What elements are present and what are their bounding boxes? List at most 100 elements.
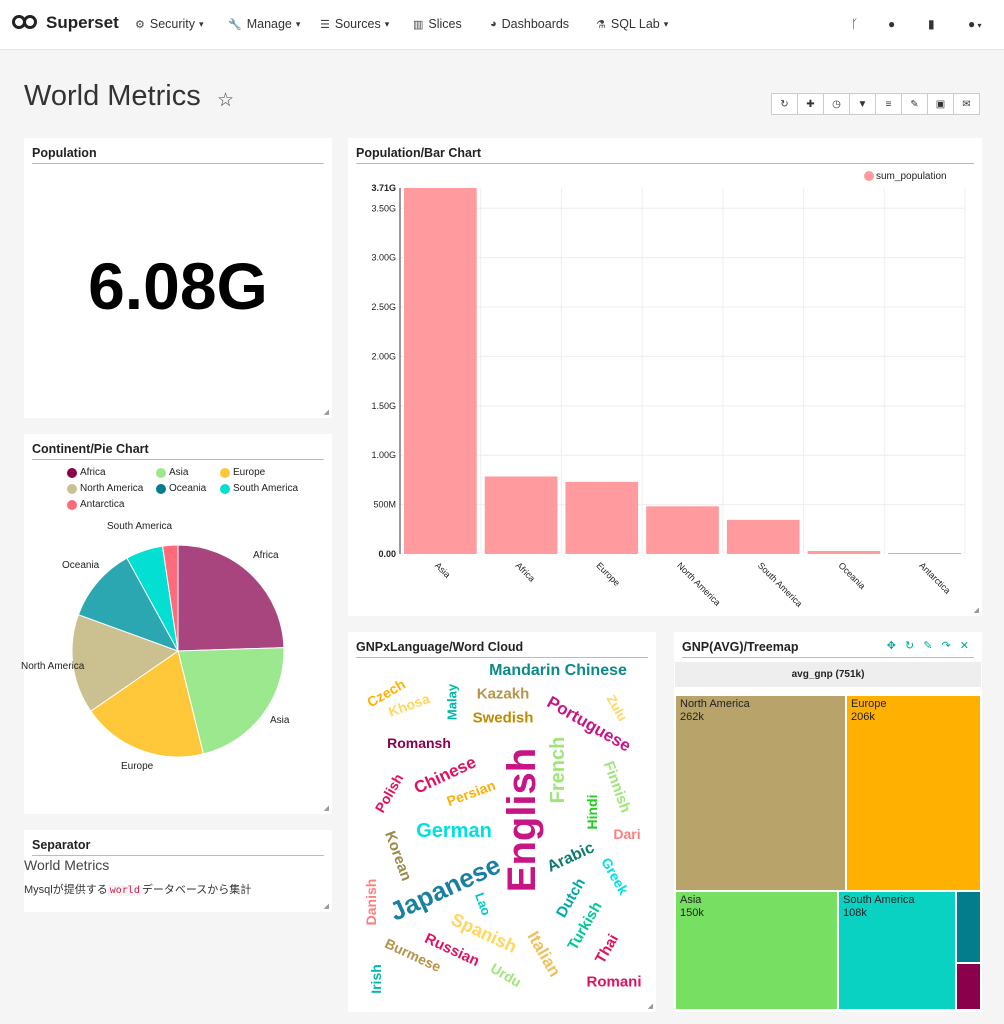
treemap-cell-africa[interactable] — [956, 963, 981, 1010]
word-cloud-word[interactable]: Swedish — [473, 711, 534, 726]
word-cloud-word[interactable]: Romani — [586, 975, 641, 990]
bar-chart-panel: Population/Bar Chart 0.00 500M 1.00G 1.50G 2… — [348, 138, 982, 616]
x-tick-label: Oceania — [837, 560, 868, 591]
bar[interactable] — [565, 481, 639, 554]
word-cloud-word[interactable]: German — [416, 821, 492, 841]
pie-chart-panel: Continent/Pie Chart Africa Asia Europe Nort… — [21, 434, 332, 814]
bar[interactable] — [888, 553, 961, 554]
edit-icon[interactable]: ✎ — [901, 93, 928, 115]
plus-icon[interactable]: ✚ — [797, 93, 824, 115]
resize-handle-icon[interactable]: ◢ — [324, 804, 329, 812]
envelope-icon[interactable]: ✉ — [953, 93, 980, 115]
treemap-cell-oceania[interactable] — [956, 891, 981, 963]
pie-slice-label: South America — [107, 521, 173, 532]
population-panel: Population 6.08G ◢ — [24, 138, 332, 418]
resize-handle-icon[interactable]: ◢ — [974, 606, 979, 614]
top-navbar: Superset ⚙ Security ▾ 🔧 Manage ▾ ☰ Sources ▾ ▥ Sli… — [0, 0, 1004, 50]
word-cloud-word[interactable]: Dari — [613, 827, 640, 841]
word-cloud-word[interactable]: English — [500, 748, 544, 892]
y-tick-label: 1.50G — [371, 401, 396, 411]
cogs-icon: ⚙ — [135, 18, 145, 31]
bar[interactable] — [484, 476, 558, 554]
user-icon[interactable]: ● ▾ — [968, 17, 982, 31]
treemap-root-label[interactable]: avg_gnp (751k) — [675, 662, 981, 687]
nav-sources[interactable]: ☰ Sources ▾ — [320, 17, 389, 31]
treemap-cell-south-america[interactable]: South America 108k — [838, 891, 956, 1010]
chevron-down-icon: ▾ — [199, 18, 204, 29]
treemap-cell-asia[interactable]: Asia 150k — [675, 891, 838, 1010]
word-cloud-word[interactable]: Hindi — [584, 795, 600, 830]
word-cloud-word[interactable]: Mandarin Chinese — [489, 663, 627, 679]
nav-label: Sources — [334, 17, 381, 31]
bar[interactable] — [726, 519, 800, 554]
x-tick-label: Africa — [514, 560, 537, 583]
legend-label[interactable]: sum_population — [876, 171, 947, 182]
code-fork-icon[interactable]: ᚴ — [851, 17, 858, 31]
resize-handle-icon[interactable]: ◢ — [648, 1002, 653, 1010]
pie-slice-label: Oceania — [62, 560, 100, 571]
nav-label: SQL Lab — [610, 17, 660, 31]
css-icon[interactable]: ≡ — [875, 93, 902, 115]
chevron-down-icon: ▾ — [384, 18, 390, 29]
bar-chart-icon: ▥ — [413, 18, 424, 31]
dashboard-toolbar: ↻ ✚ ◷ ▼ ≡ ✎ ▣ ✉ — [771, 93, 980, 115]
nav-manage[interactable]: 🔧 Manage ▾ — [228, 17, 300, 31]
big-number: 6.08G — [88, 249, 268, 323]
nav-security[interactable]: ⚙ Security ▾ — [135, 17, 204, 31]
book-icon[interactable]: ▮ — [928, 17, 935, 31]
nav-dashboards[interactable]: ◕ Dashboards — [490, 17, 569, 31]
treemap-panel: GNP(AVG)/Treemap ✥ ↻ ✎ ↷ ✕ avg_gnp (751k… — [674, 632, 982, 1012]
pie-slice-label: Asia — [270, 715, 290, 726]
flask-icon: ⚗ — [596, 18, 606, 31]
bar[interactable] — [646, 506, 719, 554]
x-tick-label: Asia — [433, 560, 452, 579]
y-tick-label: 0.00 — [378, 549, 396, 559]
word-cloud-word[interactable]: Malay — [445, 684, 460, 720]
y-tick-label: 3.50G — [371, 203, 396, 213]
y-tick-label: 1.00G — [371, 450, 396, 460]
bar[interactable] — [404, 188, 477, 554]
dashboard-title: World Metrics — [24, 80, 201, 112]
chevron-down-icon: ▾ — [663, 18, 669, 29]
word-cloud-word[interactable]: French — [547, 737, 569, 804]
github-icon[interactable]: ● — [888, 17, 895, 31]
treemap-cell-europe[interactable]: Europe 206k — [846, 695, 981, 891]
treemap-cell-north-america[interactable]: North America 262k — [675, 695, 846, 891]
bar[interactable] — [807, 550, 881, 554]
separator-heading: World Metrics — [24, 857, 110, 873]
nav-slices[interactable]: ▥ Slices — [413, 17, 462, 31]
y-tick-label: 500M — [373, 500, 396, 510]
nav-sql-lab[interactable]: ⚗ SQL Lab ▾ — [596, 17, 668, 31]
wrench-icon: 🔧 — [228, 18, 242, 31]
pie-slice-label: Europe — [121, 761, 154, 772]
chevron-down-icon: ▾ — [295, 18, 301, 29]
y-tick-label: 2.00G — [371, 351, 396, 361]
refresh-icon[interactable]: ↻ — [771, 93, 798, 115]
nav-label: Security — [149, 17, 196, 31]
word-cloud-word[interactable]: Irish — [368, 964, 384, 994]
superset-logo-icon — [12, 15, 40, 31]
y-tick-label: 3.71G — [371, 183, 396, 193]
word-cloud-word[interactable]: Romansh — [387, 736, 451, 750]
word-cloud-word[interactable]: Danish — [363, 879, 379, 926]
bar-chart: 0.00 500M 1.00G 1.50G 2.00G 2.50G 3.00G 3.50G 3.… — [371, 171, 966, 609]
pie-slice-label: North America — [21, 661, 85, 672]
brand-link[interactable]: Superset — [12, 13, 119, 33]
word-cloud-word[interactable]: Kazakh — [477, 687, 530, 702]
slice-controls-icons[interactable]: ✥ ↻ ✎ ↷ ✕ — [887, 639, 972, 652]
resize-handle-icon[interactable]: ◢ — [324, 408, 329, 416]
y-tick-label: 2.50G — [371, 302, 396, 312]
separator-panel: Separator World Metrics Mysqlが提供する world デ… — [24, 830, 332, 912]
pie-slice-label: Africa — [253, 550, 279, 561]
nav-label: Manage — [246, 17, 292, 31]
star-outline-icon[interactable]: ☆ — [217, 89, 234, 112]
save-icon[interactable]: ▣ — [927, 93, 954, 115]
panel-title: Separator — [32, 838, 324, 856]
legend-dot[interactable] — [864, 171, 874, 181]
panel-title: GNPxLanguage/Word Cloud — [356, 640, 648, 658]
database-icon: ☰ — [320, 18, 330, 31]
x-tick-label: North America — [675, 560, 722, 607]
filter-icon[interactable]: ▼ — [849, 93, 876, 115]
clock-icon[interactable]: ◷ — [823, 93, 850, 115]
resize-handle-icon[interactable]: ◢ — [324, 902, 329, 910]
